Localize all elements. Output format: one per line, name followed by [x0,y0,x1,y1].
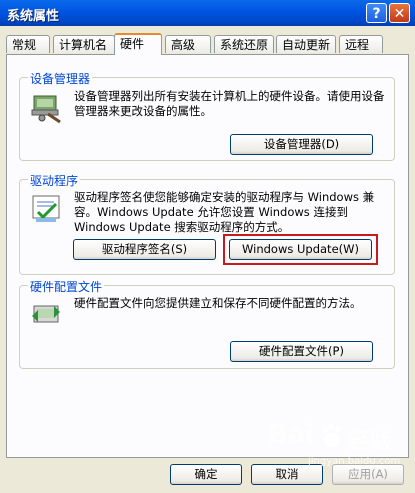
tab-automatic-updates[interactable]: 自动更新 [276,35,336,53]
paw-icon [322,424,341,447]
hardware-profiles-icon [32,305,60,323]
hardware-profiles-description: 硬件配置文件向您提供建立和保存不同硬件配置的方法。 [74,296,362,310]
driver-signing-icon [32,195,60,222]
device-manager-description: 设备管理器列出所有安装在计算机上的硬件设备。请使用设备管理器来更改设备的属性。 [74,89,385,118]
tab-general[interactable]: 常规 [6,35,50,53]
device-manager-group: 设备管理器 设备管理器列出所有安装在计算机上的硬件设备。请使用设备管理器来更改设… [19,70,395,161]
drivers-description: 驱动程序签名使您能够确定安装的驱动程序与 Windows 兼容。Windows … [74,190,375,234]
tab-computer-name[interactable]: 计算机名 [53,35,115,53]
drivers-group: 驱动程序 驱动程序签名使您能够确定安装的驱动程序与 Windows 兼容。Win… [19,172,395,275]
hardware-profiles-group: 硬件配置文件 硬件配置文件向您提供建立和保存不同硬件配置的方法。 硬件配置文件(… [19,278,395,369]
highlight-box [223,234,378,265]
hardware-tab-panel: 设备管理器 设备管理器列出所有安装在计算机上的硬件设备。请使用设备管理器来更改设… [6,54,409,458]
window-title: 系统属性 [7,9,60,24]
ok-button[interactable]: 确定 [170,464,242,485]
baidu-watermark: Bai 经验 jingyan.baidu.com [268,418,408,478]
title-bar[interactable]: 系统属性 ? ✕ [0,0,415,26]
watermark-brand-suffix: 经验 [348,430,393,455]
device-manager-button[interactable]: 设备管理器(D) [230,134,373,155]
tab-system-restore[interactable]: 系统还原 [214,35,274,53]
system-properties-dialog: 系统属性 ? ✕ 常规 计算机名 硬件 高级 系统还原 自动更新 远程 设备管理… [0,0,415,493]
hardware-profiles-button[interactable]: 硬件配置文件(P) [230,341,373,362]
watermark-brand: Bai [268,420,315,450]
device-manager-title: 设备管理器 [28,70,93,87]
tab-advanced[interactable]: 高级 [165,35,211,53]
tab-strip: 常规 计算机名 硬件 高级 系统还原 自动更新 远程 [6,33,410,55]
watermark-url: jingyan.baidu.com [308,456,401,467]
close-button[interactable]: ✕ [389,3,410,23]
tab-remote[interactable]: 远程 [339,35,383,53]
tab-hardware[interactable]: 硬件 [114,33,162,55]
driver-signing-button[interactable]: 驱动程序签名(S) [73,239,216,260]
drivers-title: 驱动程序 [28,172,81,189]
device-manager-icon [31,95,61,124]
hardware-profiles-title: 硬件配置文件 [28,278,105,295]
help-button[interactable]: ? [366,3,387,23]
